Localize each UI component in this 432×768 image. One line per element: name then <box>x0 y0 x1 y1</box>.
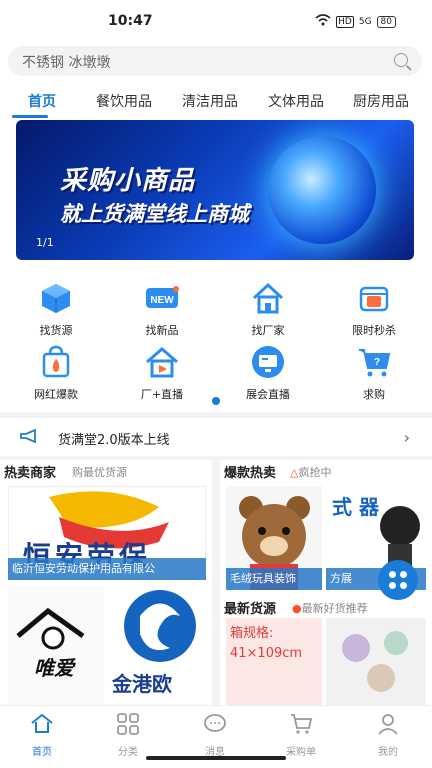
product-caption[interactable]: 毛绒玩具装饰 <box>226 568 322 590</box>
grid-label: 找货源 <box>39 324 73 337</box>
hot-merchants-panel: 热卖商家 购最优货源 恒安劳保 临沂恒安劳动保护用品有限公 唯爱 金港欧 <box>0 460 212 705</box>
search-placeholder: 不锈钢 冰墩墩 <box>22 55 111 71</box>
battery-icon: 80 <box>376 15 396 28</box>
chevron-right-icon[interactable]: › <box>404 428 410 447</box>
hot-bag-icon <box>38 344 74 380</box>
cube-icon <box>38 280 74 316</box>
new-products-subtitle: ●最新好货推荐 <box>292 600 368 616</box>
user-icon <box>378 714 398 735</box>
new-product-card-image-2[interactable] <box>326 618 426 705</box>
grid-page-dot[interactable] <box>212 397 220 405</box>
promo-banner[interactable]: 采购小商品 就上货满堂线上商城 1/1 <box>16 120 414 260</box>
fire-icon: ● <box>292 602 302 615</box>
banner-area: 采购小商品 就上货满堂线上商城 1/1 <box>0 120 432 268</box>
search-input[interactable]: 不锈钢 冰墩墩 <box>8 46 422 76</box>
grid-item-find-factory[interactable]: 找厂家 <box>228 280 308 338</box>
grid-label: 找新品 <box>145 324 179 337</box>
new-product-card-image[interactable]: 箱规格: 41×109cm <box>226 618 322 705</box>
feature-grid: 找货源 NEW 找新品 找厂家 限时秒杀 网红爆款 厂+直播 展会直播 ? 求购 <box>0 268 432 412</box>
menu-dot <box>400 571 407 578</box>
search-bar: 不锈钢 冰墩墩 <box>0 40 432 82</box>
wifi-icon <box>315 14 331 29</box>
cart-question-icon: ? <box>356 344 392 380</box>
globe-graphic <box>268 136 376 244</box>
menu-dot <box>389 582 396 589</box>
tab-indicator <box>12 115 48 118</box>
chat-icon <box>204 714 226 732</box>
banner-subline: 就上货满堂线上商城 <box>60 202 249 226</box>
status-icons: HD 5G 80 <box>315 14 396 29</box>
home-indicator <box>146 756 286 760</box>
category-tabs: 首页 餐饮用品 清洁用品 文体用品 厨房用品 <box>0 82 432 120</box>
nav-profile[interactable]: 我的 <box>358 712 418 758</box>
banner-page-indicator: 1/1 <box>36 236 54 249</box>
grid-item-find-source[interactable]: 找货源 <box>16 280 96 338</box>
banner-headline: 采购小商品 <box>60 166 196 196</box>
signal-icon: 5G <box>358 16 372 27</box>
status-time: 10:47 <box>108 13 153 29</box>
merchant-caption[interactable]: 临沂恒安劳动保护用品有限公 <box>8 558 206 580</box>
house-icon <box>250 280 286 316</box>
monitor-icon <box>250 344 286 380</box>
merchant-logo-text: 唯爱 <box>34 656 74 680</box>
hot-products-subtitle: △疯抢中 <box>290 464 331 480</box>
status-bar: 10:47 HD 5G 80 <box>0 0 432 40</box>
nav-category[interactable]: 分类 <box>98 712 158 758</box>
hd-badge: HD <box>336 15 354 28</box>
hot-products-subtitle-text: 疯抢中 <box>298 466 332 479</box>
grid-label: 找厂家 <box>251 324 285 337</box>
grid-icon <box>117 713 139 735</box>
nav-messages[interactable]: 消息 <box>185 712 245 758</box>
tab-cleaning[interactable]: 清洁用品 <box>182 91 238 111</box>
tab-stationery[interactable]: 文体用品 <box>268 91 324 111</box>
grid-label: 限时秒杀 <box>352 324 396 337</box>
menu-dot <box>389 571 396 578</box>
merchant-logo-text: 金港欧 <box>112 672 172 696</box>
grid-item-expo-live[interactable]: 展会直播 <box>228 344 308 402</box>
merchant-card-image-3[interactable]: 金港欧 <box>108 586 208 705</box>
hot-products-title: 爆款热卖 <box>224 466 277 481</box>
announcement-bar[interactable]: 货满堂2.0版本上线 › <box>0 418 432 456</box>
tab-kitchen[interactable]: 厨房用品 <box>353 91 409 111</box>
menu-dot <box>400 582 407 589</box>
floating-menu-button[interactable] <box>378 560 418 600</box>
grid-label: 求购 <box>363 388 385 401</box>
grid-item-purchase-request[interactable]: ? 求购 <box>334 344 414 402</box>
tab-home[interactable]: 首页 <box>28 91 56 111</box>
grid-label: 厂+直播 <box>140 388 184 401</box>
cart-icon <box>291 714 313 734</box>
grid-item-factory-live[interactable]: 厂+直播 <box>122 344 202 402</box>
announcement-text: 货满堂2.0版本上线 <box>58 433 170 448</box>
nav-home[interactable]: 首页 <box>12 712 72 758</box>
nav-label: 首页 <box>32 747 52 758</box>
new-products-subtitle-text: 最新好货推荐 <box>301 602 368 615</box>
search-icon[interactable] <box>394 53 408 67</box>
grid-item-flash-sale[interactable]: 限时秒杀 <box>334 280 414 338</box>
grid-label: 网红爆款 <box>34 388 78 401</box>
new-products-title: 最新货源 <box>224 602 277 617</box>
new-badge-icon: NEW <box>144 280 180 316</box>
hot-merchants-subtitle: 购最优货源 <box>72 466 127 479</box>
nav-label: 我的 <box>378 747 398 758</box>
live-house-icon <box>144 344 180 380</box>
home-icon <box>31 713 53 733</box>
hot-merchants-title: 热卖商家 <box>4 466 57 481</box>
megaphone-icon <box>20 429 36 443</box>
merchant-card-image-2[interactable]: 唯爱 <box>8 586 104 705</box>
new-product-text: 箱规格: 41×109cm <box>230 626 303 661</box>
grid-label: 展会直播 <box>246 388 290 401</box>
grid-item-trending[interactable]: 网红爆款 <box>16 344 96 402</box>
tab-dining[interactable]: 餐饮用品 <box>96 91 152 111</box>
flash-sale-icon <box>356 280 392 316</box>
svg-text:NEW: NEW <box>150 295 174 306</box>
nav-purchase-list[interactable]: 采购单 <box>271 712 331 758</box>
grid-item-new-products[interactable]: NEW 找新品 <box>122 280 202 338</box>
svg-text:?: ? <box>374 357 380 368</box>
